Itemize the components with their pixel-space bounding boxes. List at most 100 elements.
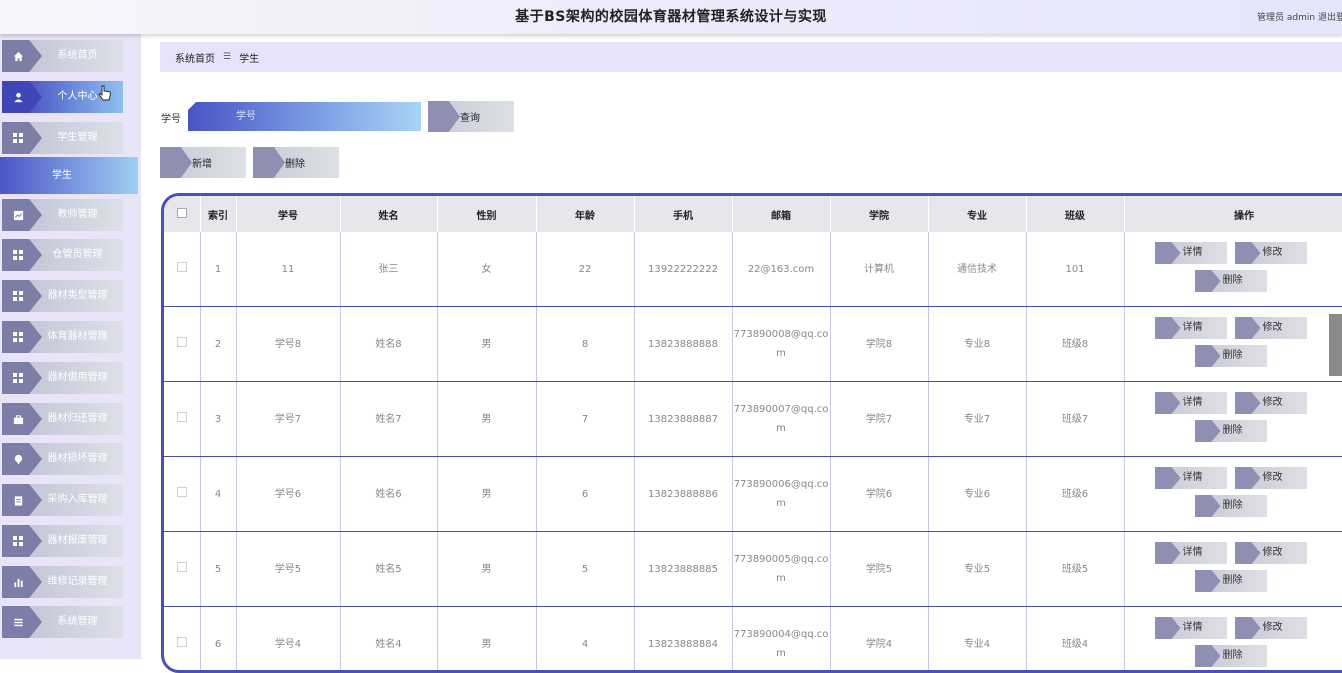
delete-button-label: 删除 [1195, 645, 1267, 667]
sidebar-item-purchase-inbound[interactable]: 采购入库管理 [2, 484, 123, 516]
sidebar-item-equipment-damage[interactable]: 器材损坏管理 [2, 443, 123, 475]
detail-button[interactable]: 详情 [1155, 467, 1227, 489]
sidebar-item-equipment-type[interactable]: 器材类型管理 [2, 280, 123, 312]
row-checkbox[interactable] [177, 262, 187, 272]
edit-button[interactable]: 修改 [1235, 617, 1307, 639]
major-cell: 专业8 [928, 307, 1026, 382]
grid-icon [12, 372, 24, 384]
major-cell: 通信技术 [928, 232, 1026, 307]
edit-button-label: 修改 [1235, 242, 1307, 264]
detail-button[interactable]: 详情 [1155, 542, 1227, 564]
sidebar-item-personal-center[interactable]: 个人中心 [2, 81, 123, 113]
edit-button[interactable]: 修改 [1235, 467, 1307, 489]
edit-button-label: 修改 [1235, 542, 1307, 564]
detail-button-label: 详情 [1155, 467, 1227, 489]
index-cell: 2 [200, 307, 236, 382]
row-checkbox[interactable] [177, 337, 187, 347]
sidebar-item-equipment-return[interactable]: 器材归还管理 [2, 403, 123, 435]
gender-cell: 女 [437, 232, 536, 307]
page-scrollbar-thumb[interactable] [1329, 314, 1342, 376]
sidebar-item-label: 器材类型管理 [32, 280, 123, 312]
logout-link[interactable]: 退出登 [1318, 10, 1342, 23]
delete-button[interactable]: 删除 [1195, 420, 1267, 442]
column-header: 学院 [830, 196, 928, 232]
detail-button[interactable]: 详情 [1155, 617, 1227, 639]
sidebar-item-equipment-scrap[interactable]: 器材报废管理 [2, 525, 123, 557]
college-cell: 学院7 [830, 382, 928, 457]
gender-cell: 男 [437, 382, 536, 457]
row-select-cell[interactable] [164, 307, 200, 382]
breadcrumb-home[interactable]: 系统首页 [175, 50, 215, 65]
edit-button[interactable]: 修改 [1235, 242, 1307, 264]
row-actions-cell: 详情修改删除 [1124, 307, 1342, 382]
row-select-cell[interactable] [164, 232, 200, 307]
row-actions-cell: 详情修改删除 [1124, 607, 1342, 673]
list-icon [12, 616, 24, 628]
sidebar-item-repair-record[interactable]: 维修记录管理 [2, 566, 123, 598]
delete-button-label: 删除 [1195, 495, 1267, 517]
column-header: 姓名 [340, 196, 437, 232]
edit-button-label: 修改 [1235, 467, 1307, 489]
sidebar-item-student-management[interactable]: 学生管理 [2, 122, 123, 154]
gender-cell: 男 [437, 607, 536, 673]
sidebar-item-label: 维修记录管理 [32, 566, 123, 598]
sidebar-item-system-management[interactable]: 系统管理 [2, 606, 123, 638]
select-all-checkbox[interactable] [177, 208, 187, 218]
delete-button[interactable]: 删除 [1195, 495, 1267, 517]
phone-cell: 13823888885 [634, 532, 732, 607]
row-checkbox[interactable] [177, 487, 187, 497]
bulk-delete-button[interactable]: 删除 [253, 147, 339, 178]
row-checkbox[interactable] [177, 412, 187, 422]
table-row: 111张三女221392222222222@163.com计算机通信技术101详… [164, 232, 1342, 307]
top-header: 基于BS架构的校园体育器材管理系统设计与实现 管理员 admin 退出登 [0, 0, 1342, 34]
sidebar-item-label: 教师管理 [32, 199, 123, 231]
name-cell: 张三 [340, 232, 437, 307]
delete-button-label: 删除 [1195, 345, 1267, 367]
sidebar-item-teacher-management[interactable]: 教师管理 [2, 199, 123, 231]
grid-icon [12, 249, 24, 261]
delete-button[interactable]: 删除 [1195, 345, 1267, 367]
sidebar-item-equipment-borrow[interactable]: 器材借用管理 [2, 362, 123, 394]
edit-button[interactable]: 修改 [1235, 542, 1307, 564]
college-cell: 计算机 [830, 232, 928, 307]
index-cell: 6 [200, 607, 236, 673]
row-select-cell[interactable] [164, 382, 200, 457]
row-select-cell[interactable] [164, 607, 200, 673]
detail-button[interactable]: 详情 [1155, 242, 1227, 264]
row-select-cell[interactable] [164, 457, 200, 532]
chart-box-icon [12, 209, 24, 221]
column-header: 索引 [200, 196, 236, 232]
add-button[interactable]: 新增 [160, 147, 246, 178]
student-table: 索引 学号 姓名 性别 年龄 手机 邮箱 学院 专业 班级 操作 111张三女2… [161, 193, 1342, 673]
college-cell: 学院4 [830, 607, 928, 673]
row-select-cell[interactable] [164, 532, 200, 607]
row-checkbox[interactable] [177, 637, 187, 647]
breadcrumb-current: 学生 [239, 50, 259, 65]
edit-button-label: 修改 [1235, 617, 1307, 639]
student-no-search-input[interactable] [188, 102, 421, 131]
phone-cell: 13922222222 [634, 232, 732, 307]
delete-button-label: 删除 [1195, 270, 1267, 292]
sidebar-item-warehouse-keeper[interactable]: 仓管员管理 [2, 239, 123, 271]
delete-button[interactable]: 删除 [1195, 570, 1267, 592]
gender-cell: 男 [437, 457, 536, 532]
sidebar-item-label: 系统首页 [32, 40, 123, 72]
edit-button[interactable]: 修改 [1235, 392, 1307, 414]
sidebar-item-label: 学生管理 [32, 122, 123, 154]
row-checkbox[interactable] [177, 562, 187, 572]
edit-button[interactable]: 修改 [1235, 317, 1307, 339]
sidebar-item-home[interactable]: 系统首页 [2, 40, 123, 72]
detail-button[interactable]: 详情 [1155, 317, 1227, 339]
index-cell: 3 [200, 382, 236, 457]
sidebar-subitem-student[interactable]: 学生 [0, 157, 138, 194]
name-cell: 姓名5 [340, 532, 437, 607]
detail-button[interactable]: 详情 [1155, 392, 1227, 414]
sidebar-item-sports-equipment[interactable]: 体育器材管理 [2, 321, 123, 353]
delete-button[interactable]: 删除 [1195, 645, 1267, 667]
query-button[interactable]: 查询 [428, 101, 514, 132]
college-cell: 学院5 [830, 532, 928, 607]
college-cell: 学院6 [830, 457, 928, 532]
edit-button-label: 修改 [1235, 392, 1307, 414]
select-all-cell[interactable] [164, 196, 200, 232]
delete-button[interactable]: 删除 [1195, 270, 1267, 292]
